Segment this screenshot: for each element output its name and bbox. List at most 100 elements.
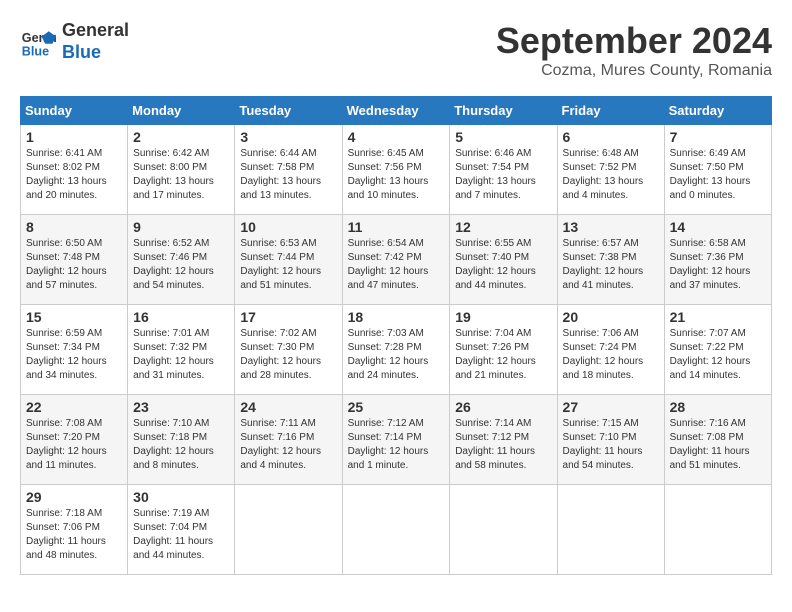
calendar-cell: 16 Sunrise: 7:01 AMSunset: 7:32 PMDayligh…: [128, 305, 235, 395]
header-day-sunday: Sunday: [21, 97, 128, 125]
day-info: Sunrise: 6:44 AMSunset: 7:58 PMDaylight:…: [240, 147, 336, 203]
calendar-cell: 22 Sunrise: 7:08 AMSunset: 7:20 PMDayligh…: [21, 395, 128, 485]
day-info: Sunrise: 6:45 AMSunset: 7:56 PMDaylight:…: [348, 147, 445, 203]
day-number: 5: [455, 129, 551, 145]
day-info: Sunrise: 7:02 AMSunset: 7:30 PMDaylight:…: [240, 327, 336, 383]
calendar-cell: 5 Sunrise: 6:46 AMSunset: 7:54 PMDaylight…: [450, 125, 557, 215]
calendar-cell: 7Sunrise: 6:49 AMSunset: 7:50 PMDaylight…: [664, 125, 771, 215]
day-number: 8: [26, 219, 122, 235]
day-number: 29: [26, 489, 122, 505]
calendar-cell: 24Sunrise: 7:11 AMSunset: 7:16 PMDayligh…: [235, 395, 342, 485]
day-info: Sunrise: 6:58 AMSunset: 7:36 PMDaylight:…: [670, 237, 766, 293]
calendar-cell: 15 Sunrise: 6:59 AMSunset: 7:34 PMDayligh…: [21, 305, 128, 395]
logo-icon: General Blue: [20, 24, 56, 60]
month-title: September 2024: [496, 20, 772, 62]
day-number: 21: [670, 309, 766, 325]
header: General Blue General Blue September 2024…: [20, 20, 772, 80]
calendar-cell: 30Sunrise: 7:19 AMSunset: 7:04 PMDayligh…: [128, 485, 235, 575]
location-title: Cozma, Mures County, Romania: [496, 62, 772, 80]
calendar-cell: 18Sunrise: 7:03 AMSunset: 7:28 PMDayligh…: [342, 305, 450, 395]
calendar-cell: 11 Sunrise: 6:54 AMSunset: 7:42 PMDayligh…: [342, 215, 450, 305]
day-info: Sunrise: 6:41 AMSunset: 8:02 PMDaylight:…: [26, 147, 122, 203]
calendar-week-1: 1 Sunrise: 6:41 AMSunset: 8:02 PMDaylight…: [21, 125, 772, 215]
calendar-week-2: 8 Sunrise: 6:50 AMSunset: 7:48 PMDaylight…: [21, 215, 772, 305]
calendar-cell: 20 Sunrise: 7:06 AMSunset: 7:24 PMDayligh…: [557, 305, 664, 395]
calendar-cell: 3 Sunrise: 6:44 AMSunset: 7:58 PMDaylight…: [235, 125, 342, 215]
day-info: Sunrise: 7:07 AMSunset: 7:22 PMDaylight:…: [670, 327, 766, 383]
day-info: Sunrise: 7:08 AMSunset: 7:20 PMDaylight:…: [26, 417, 122, 473]
logo-line2: Blue: [62, 42, 129, 64]
day-number: 4: [348, 129, 445, 145]
day-number: 11: [348, 219, 445, 235]
header-day-saturday: Saturday: [664, 97, 771, 125]
calendar-cell: 13Sunrise: 6:57 AMSunset: 7:38 PMDayligh…: [557, 215, 664, 305]
day-number: 26: [455, 399, 551, 415]
day-number: 27: [563, 399, 659, 415]
calendar-cell: 8 Sunrise: 6:50 AMSunset: 7:48 PMDaylight…: [21, 215, 128, 305]
day-number: 22: [26, 399, 122, 415]
calendar-header-row: SundayMondayTuesdayWednesdayThursdayFrid…: [21, 97, 772, 125]
calendar-cell: [557, 485, 664, 575]
logo-line1: General: [62, 20, 129, 42]
day-number: 16: [133, 309, 229, 325]
day-info: Sunrise: 6:49 AMSunset: 7:50 PMDaylight:…: [670, 147, 766, 203]
day-number: 9: [133, 219, 229, 235]
svg-text:Blue: Blue: [22, 44, 49, 58]
day-number: 20: [563, 309, 659, 325]
day-info: Sunrise: 6:42 AMSunset: 8:00 PMDaylight:…: [133, 147, 229, 203]
day-number: 10: [240, 219, 336, 235]
day-info: Sunrise: 7:18 AMSunset: 7:06 PMDaylight:…: [26, 507, 122, 563]
calendar-cell: 23 Sunrise: 7:10 AMSunset: 7:18 PMDayligh…: [128, 395, 235, 485]
calendar-cell: [342, 485, 450, 575]
day-info: Sunrise: 7:06 AMSunset: 7:24 PMDaylight:…: [563, 327, 659, 383]
header-day-monday: Monday: [128, 97, 235, 125]
calendar-cell: 29 Sunrise: 7:18 AMSunset: 7:06 PMDayligh…: [21, 485, 128, 575]
day-number: 15: [26, 309, 122, 325]
day-number: 1: [26, 129, 122, 145]
calendar-cell: [664, 485, 771, 575]
header-day-thursday: Thursday: [450, 97, 557, 125]
logo: General Blue General Blue: [20, 20, 129, 63]
calendar-week-4: 22 Sunrise: 7:08 AMSunset: 7:20 PMDayligh…: [21, 395, 772, 485]
day-info: Sunrise: 7:14 AMSunset: 7:12 PMDaylight:…: [455, 417, 551, 473]
day-info: Sunrise: 6:52 AMSunset: 7:46 PMDaylight:…: [133, 237, 229, 293]
day-info: Sunrise: 6:53 AMSunset: 7:44 PMDaylight:…: [240, 237, 336, 293]
calendar-cell: [235, 485, 342, 575]
day-number: 30: [133, 489, 229, 505]
day-info: Sunrise: 7:04 AMSunset: 7:26 PMDaylight:…: [455, 327, 551, 383]
day-info: Sunrise: 7:16 AMSunset: 7:08 PMDaylight:…: [670, 417, 766, 473]
header-day-wednesday: Wednesday: [342, 97, 450, 125]
calendar-cell: 27Sunrise: 7:15 AMSunset: 7:10 PMDayligh…: [557, 395, 664, 485]
calendar-week-5: 29 Sunrise: 7:18 AMSunset: 7:06 PMDayligh…: [21, 485, 772, 575]
day-number: 13: [563, 219, 659, 235]
day-info: Sunrise: 6:50 AMSunset: 7:48 PMDaylight:…: [26, 237, 122, 293]
day-number: 14: [670, 219, 766, 235]
calendar-cell: 6Sunrise: 6:48 AMSunset: 7:52 PMDaylight…: [557, 125, 664, 215]
calendar-week-3: 15 Sunrise: 6:59 AMSunset: 7:34 PMDayligh…: [21, 305, 772, 395]
day-info: Sunrise: 6:46 AMSunset: 7:54 PMDaylight:…: [455, 147, 551, 203]
day-number: 3: [240, 129, 336, 145]
calendar-cell: 14 Sunrise: 6:58 AMSunset: 7:36 PMDayligh…: [664, 215, 771, 305]
calendar-cell: [450, 485, 557, 575]
day-number: 23: [133, 399, 229, 415]
calendar-table: SundayMondayTuesdayWednesdayThursdayFrid…: [20, 96, 772, 575]
day-info: Sunrise: 7:11 AMSunset: 7:16 PMDaylight:…: [240, 417, 336, 473]
calendar-cell: 26 Sunrise: 7:14 AMSunset: 7:12 PMDayligh…: [450, 395, 557, 485]
day-number: 28: [670, 399, 766, 415]
calendar-cell: 19 Sunrise: 7:04 AMSunset: 7:26 PMDayligh…: [450, 305, 557, 395]
calendar-cell: 2Sunrise: 6:42 AMSunset: 8:00 PMDaylight…: [128, 125, 235, 215]
day-info: Sunrise: 6:59 AMSunset: 7:34 PMDaylight:…: [26, 327, 122, 383]
title-area: September 2024 Cozma, Mures County, Roma…: [496, 20, 772, 80]
calendar-cell: 12Sunrise: 6:55 AMSunset: 7:40 PMDayligh…: [450, 215, 557, 305]
day-number: 19: [455, 309, 551, 325]
day-info: Sunrise: 7:01 AMSunset: 7:32 PMDaylight:…: [133, 327, 229, 383]
calendar-cell: 4 Sunrise: 6:45 AMSunset: 7:56 PMDaylight…: [342, 125, 450, 215]
day-info: Sunrise: 6:54 AMSunset: 7:42 PMDaylight:…: [348, 237, 445, 293]
day-info: Sunrise: 7:03 AMSunset: 7:28 PMDaylight:…: [348, 327, 445, 383]
calendar-cell: 10 Sunrise: 6:53 AMSunset: 7:44 PMDayligh…: [235, 215, 342, 305]
day-info: Sunrise: 6:55 AMSunset: 7:40 PMDaylight:…: [455, 237, 551, 293]
calendar-cell: 21 Sunrise: 7:07 AMSunset: 7:22 PMDayligh…: [664, 305, 771, 395]
day-info: Sunrise: 7:10 AMSunset: 7:18 PMDaylight:…: [133, 417, 229, 473]
header-day-tuesday: Tuesday: [235, 97, 342, 125]
day-info: Sunrise: 7:12 AMSunset: 7:14 PMDaylight:…: [348, 417, 445, 473]
